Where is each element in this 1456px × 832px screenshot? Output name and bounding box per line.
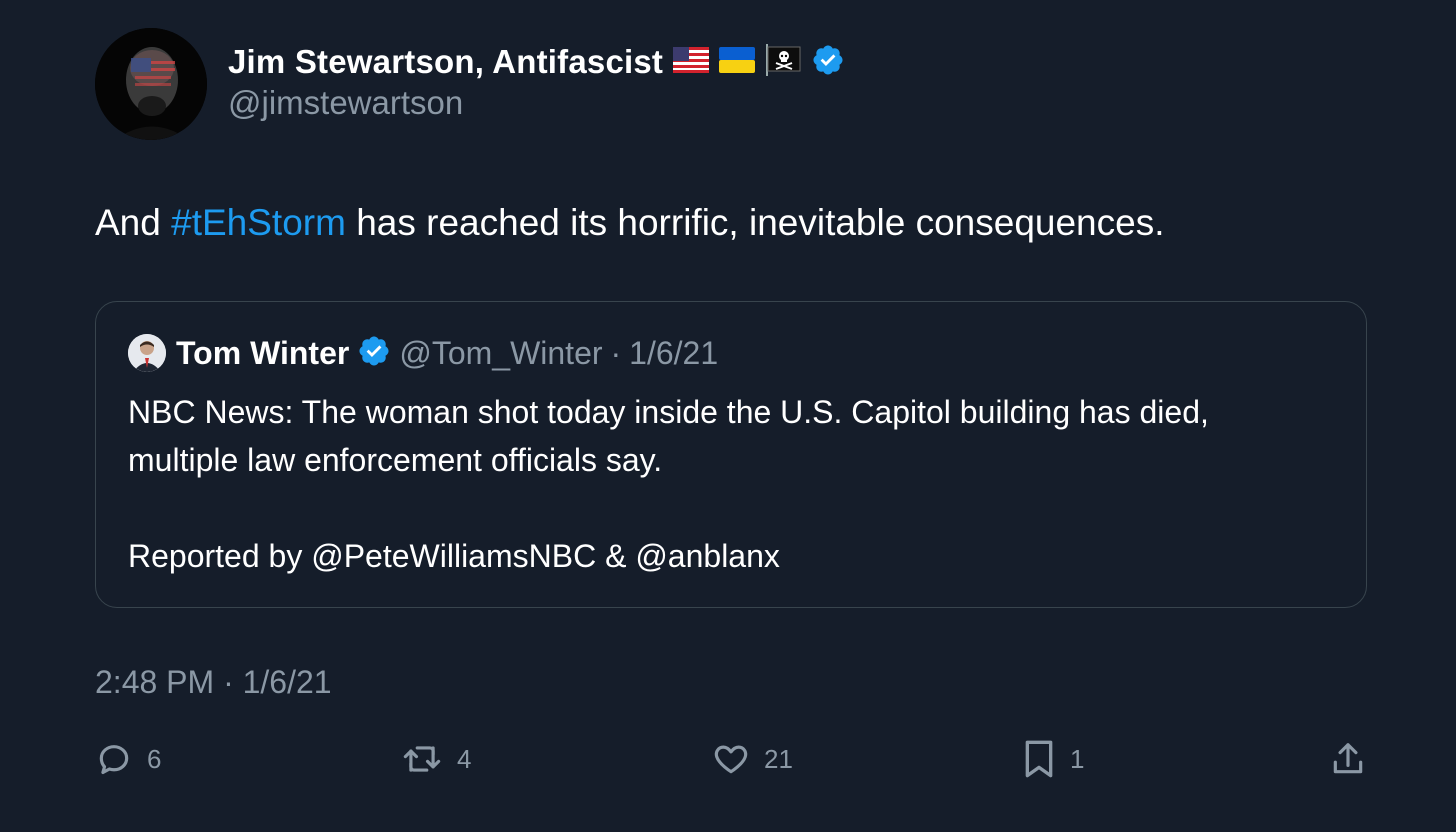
retweet-button[interactable]: 4: [401, 738, 471, 780]
quoted-text-line: Reported by @PeteWilliamsNBC & @anblanx: [128, 538, 780, 574]
quoted-tweet-header: Tom Winter @Tom_Winter · 1/6/21: [128, 332, 718, 374]
share-button[interactable]: [1329, 738, 1367, 780]
quoted-tweet-text: NBC News: The woman shot today inside th…: [128, 388, 1348, 580]
quoted-separator: ·: [610, 334, 622, 371]
bookmark-icon: [1022, 739, 1056, 779]
like-count: 21: [764, 743, 793, 774]
bookmark-count: 1: [1070, 743, 1085, 774]
tweet-text-before: And: [95, 202, 172, 243]
quoted-text-line: multiple law enforcement officials say.: [128, 442, 663, 478]
quoted-author-handle[interactable]: @Tom_Winter: [399, 335, 602, 372]
pirate-flag-icon: [765, 43, 801, 81]
author-avatar[interactable]: [95, 28, 207, 140]
reply-button[interactable]: 6: [95, 738, 161, 780]
tweet-card: Jim Stewartson, Antifascist @jimstewarts…: [0, 0, 1456, 832]
author-display-name[interactable]: Jim Stewartson, Antifascist: [228, 43, 663, 81]
verified-badge-icon[interactable]: [811, 43, 845, 82]
share-icon: [1329, 740, 1367, 778]
quoted-author-name[interactable]: Tom Winter: [176, 335, 349, 372]
like-button[interactable]: 21: [712, 738, 793, 780]
quoted-verified-badge-icon: [357, 334, 391, 373]
reply-icon: [95, 740, 133, 778]
quoted-date[interactable]: 1/6/21: [629, 335, 718, 372]
tweet-timestamp[interactable]: 2:48 PM · 1/6/21: [95, 664, 332, 701]
quoted-tweet[interactable]: Tom Winter @Tom_Winter · 1/6/21 NBC News…: [95, 301, 1367, 608]
author-name-row: Jim Stewartson, Antifascist: [228, 40, 845, 84]
retweet-count: 4: [457, 743, 472, 774]
quoted-text-line: NBC News: The woman shot today inside th…: [128, 394, 1209, 430]
quoted-author-avatar[interactable]: [128, 334, 166, 372]
bookmark-button[interactable]: 1: [1022, 738, 1084, 780]
heart-icon: [712, 740, 750, 778]
ukraine-flag-icon: [719, 46, 756, 78]
tweet-text-after: has reached its horrific, inevitable con…: [345, 202, 1165, 243]
tweet-text: And #tEhStorm has reached its horrific, …: [95, 202, 1165, 244]
hashtag-link[interactable]: #tEhStorm: [171, 202, 346, 243]
reply-count: 6: [147, 743, 162, 774]
author-handle[interactable]: @jimstewartson: [228, 84, 463, 122]
us-flag-icon: [673, 46, 710, 78]
retweet-icon: [401, 740, 443, 778]
